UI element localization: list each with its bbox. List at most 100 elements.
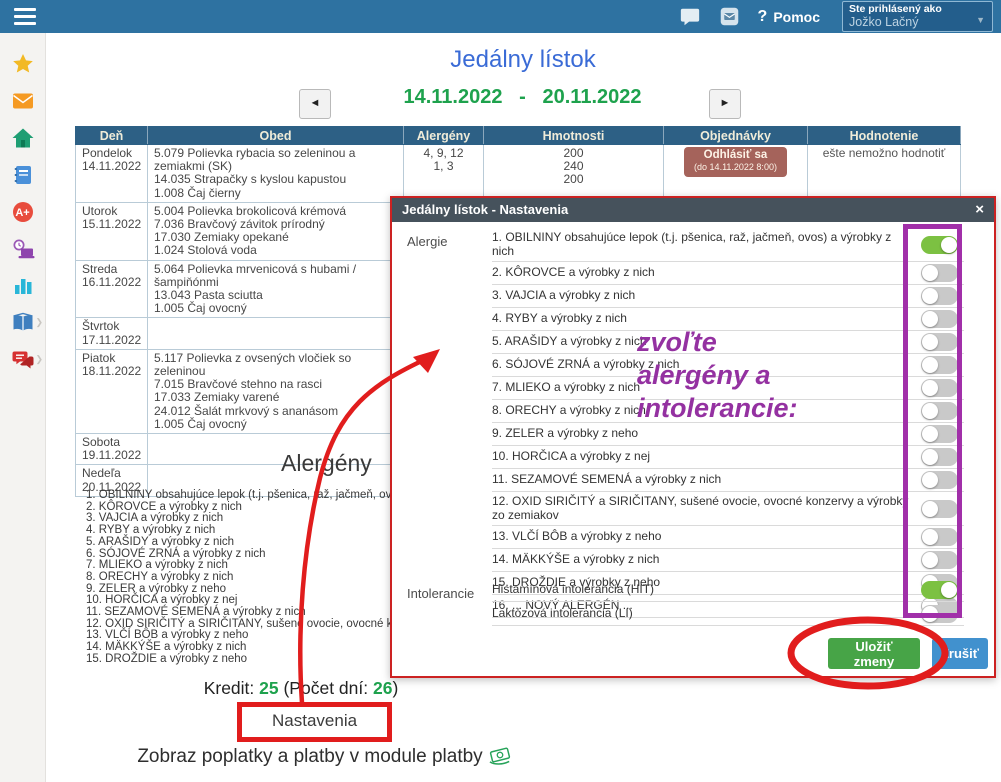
settings-link[interactable]: Nastavenia <box>237 702 392 742</box>
allergen-toggle[interactable] <box>921 500 958 518</box>
sidebar-item-messages[interactable] <box>0 82 45 119</box>
intolerance-row: Laktózová intolerancia (LI) <box>492 602 964 626</box>
allergen-toggle[interactable] <box>921 310 958 328</box>
allergy-row-label: 13. VLČÍ BÔB a výrobky z neho <box>492 528 921 546</box>
left-sidebar: A+ ❯ ❯ <box>0 33 46 782</box>
allergy-row: 10. HORČICA a výrobky z nej <box>492 446 964 469</box>
allergy-row: 2. KÔROVCE a výrobky z nich <box>492 262 964 285</box>
column-header: Deň <box>76 127 148 145</box>
allergen-toggle[interactable] <box>921 264 958 282</box>
intolerance-row: Histamínová intolerancia (HIT) <box>492 578 964 602</box>
day-date: 15.11.2022 <box>82 217 141 231</box>
toggle-knob <box>922 472 938 488</box>
previous-week-button[interactable]: ◄ <box>299 89 331 119</box>
meals-cell: 5.064 Polievka mrvenicová s hubami / šam… <box>148 260 404 318</box>
payments-label: Zobraz poplatky a platby v module platby <box>137 746 482 767</box>
toggle-knob <box>922 552 938 568</box>
notebook-icon <box>11 163 35 187</box>
mail-icon[interactable] <box>718 5 742 29</box>
intolerance-toggle[interactable] <box>921 605 958 623</box>
allergen-toggle[interactable] <box>921 402 958 420</box>
sidebar-item-favorites[interactable] <box>0 45 45 82</box>
toggle-knob <box>922 334 938 350</box>
toggle-knob <box>922 426 938 442</box>
menu-table-row: Pondelok14.11.2022 5.079 Polievka rybaci… <box>76 145 961 203</box>
credit-line: Kredit: 25 (Počet dní: 26) <box>45 678 557 699</box>
day-cell: Streda16.11.2022 <box>76 260 148 318</box>
allergen-toggle[interactable] <box>921 333 958 351</box>
unsubscribe-meal-button[interactable]: Odhlásiť sa (do 14.11.2022 8:00) <box>684 147 787 177</box>
modal-title: Jedálny lístok - Nastavenia <box>402 202 568 217</box>
grade-a-plus-icon: A+ <box>11 200 35 224</box>
allergy-row-label: 7. MLIEKO a výrobky z nich <box>492 379 921 397</box>
day-cell: Piatok18.11.2022 <box>76 349 148 433</box>
chat-icon[interactable] <box>678 5 702 29</box>
day-date: 16.11.2022 <box>82 275 141 289</box>
allergen-toggle[interactable] <box>921 448 958 466</box>
days-label: (Počet dní: <box>283 678 368 698</box>
day-name: Pondelok <box>82 146 132 160</box>
intolerance-toggle[interactable] <box>921 581 958 599</box>
chat-bubbles-icon <box>11 348 35 372</box>
allergy-row: 14. MÄKKÝŠE a výrobky z nich <box>492 549 964 572</box>
rating-cell: ešte nemožno hodnotiť <box>808 145 961 203</box>
intolerance-rows: Histamínová intolerancia (HIT) Laktózová… <box>492 578 964 626</box>
envelope-icon <box>11 89 35 113</box>
allergen-toggle[interactable] <box>921 471 958 489</box>
toggle-knob <box>922 606 938 622</box>
allergen-toggle[interactable] <box>921 425 958 443</box>
sidebar-item-communication[interactable]: ❯ <box>0 341 45 378</box>
allergy-row-label: 2. KÔROVCE a výrobky z nich <box>492 264 921 282</box>
bar-chart-icon <box>11 274 35 298</box>
credit-label: Kredit: <box>204 678 255 698</box>
allergens-cell: 4, 9, 12 1, 3 <box>404 145 484 203</box>
money-icon <box>487 744 513 766</box>
column-header: Objednávky <box>664 127 808 145</box>
chevron-down-icon: ▼ <box>976 15 985 25</box>
allergen-toggle[interactable] <box>921 379 958 397</box>
sidebar-item-statistics[interactable] <box>0 267 45 304</box>
hamburger-menu-icon[interactable] <box>14 8 36 25</box>
sidebar-item-classbook[interactable] <box>0 156 45 193</box>
toggle-knob <box>922 311 938 327</box>
days-suffix: ) <box>392 678 398 698</box>
help-question-icon[interactable]: ? <box>758 8 768 26</box>
meals-cell <box>148 318 404 349</box>
credit-value: 25 <box>259 678 278 698</box>
payments-link[interactable]: Zobraz poplatky a platby v module platby <box>45 744 605 768</box>
day-cell: Utorok15.11.2022 <box>76 202 148 260</box>
days-value: 26 <box>373 678 392 698</box>
allergy-row-label: 6. SÓJOVÉ ZRNÁ a výrobky z nich <box>492 356 921 374</box>
sidebar-item-home[interactable] <box>0 119 45 156</box>
next-week-button[interactable]: ► <box>709 89 741 119</box>
allergy-row-label: 10. HORČICA a výrobky z nej <box>492 448 921 466</box>
allergen-toggle[interactable] <box>921 528 958 546</box>
sidebar-item-grades[interactable]: A+ <box>0 193 45 230</box>
allergy-row: 11. SEZAMOVÉ SEMENÁ a výrobky z nich <box>492 469 964 492</box>
page-title: Jedálny lístok <box>45 46 1001 74</box>
allergen-toggle[interactable] <box>921 287 958 305</box>
chat-bubble-glyph <box>679 6 701 28</box>
day-date: 17.11.2022 <box>82 333 141 347</box>
meals-cell: 5.004 Polievka brokolicová krémová 7.036… <box>148 202 404 260</box>
toggle-knob <box>922 403 938 419</box>
allergy-row-label: 11. SEZAMOVÉ SEMENÁ a výrobky z nich <box>492 471 921 489</box>
allergen-toggle[interactable] <box>921 551 958 569</box>
allergy-row-label: 5. ARAŠIDY a výrobky z nich <box>492 333 921 351</box>
modal-header: Jedálny lístok - Nastavenia × <box>392 198 994 222</box>
toggle-knob <box>922 265 938 281</box>
intolerance-row-label: Laktózová intolerancia (LI) <box>492 605 921 623</box>
toggle-knob <box>922 449 938 465</box>
help-button[interactable]: Pomoc <box>773 9 820 25</box>
cancel-button[interactable]: Zrušiť <box>932 638 988 669</box>
sidebar-item-library[interactable]: ❯ <box>0 304 45 341</box>
allergy-row: 1. OBILNINY obsahujúce lepok (t.j. pšeni… <box>492 228 964 262</box>
allergen-toggle[interactable] <box>921 356 958 374</box>
allergy-row: 12. OXID SIRIČITÝ a SIRIČITANY, sušené o… <box>492 492 964 526</box>
settings-modal: Jedálny lístok - Nastavenia × Alergie 1.… <box>390 196 996 678</box>
allergen-toggle[interactable] <box>921 236 958 254</box>
sidebar-item-attendance[interactable] <box>0 230 45 267</box>
save-changes-button[interactable]: Uložiť zmeny <box>828 638 920 669</box>
user-dropdown[interactable]: Ste prihlásený ako Jožko Lačný ▼ <box>842 1 993 32</box>
close-icon[interactable]: × <box>975 198 984 222</box>
